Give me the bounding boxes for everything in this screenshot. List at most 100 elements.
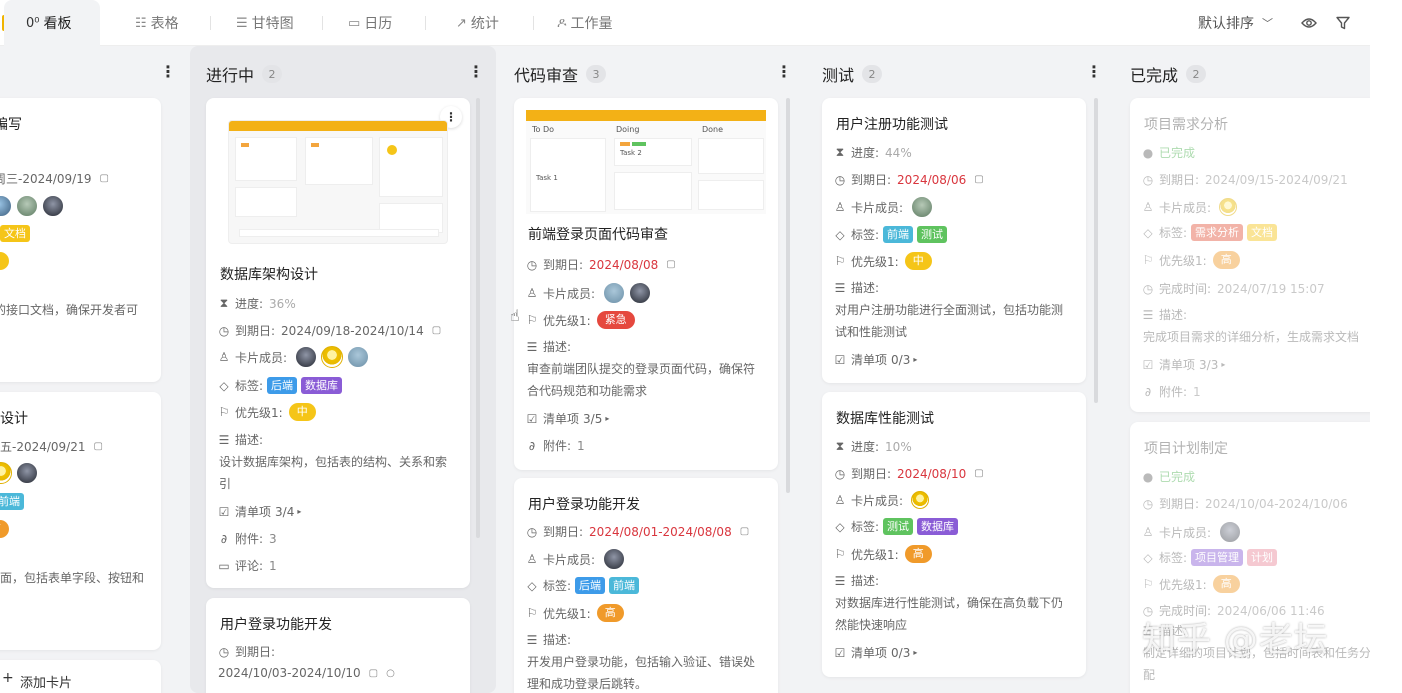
calendar-small-icon[interactable]: ▢ xyxy=(432,325,441,336)
column-scrollbar[interactable] xyxy=(786,98,790,493)
avatar[interactable] xyxy=(16,462,38,484)
column-more-icon[interactable]: ⋮ xyxy=(468,64,484,80)
tab-table[interactable]: ☷ 表格 xyxy=(135,0,179,46)
calendar-small-icon[interactable]: ▢ xyxy=(666,259,675,270)
tags-label: 标签: xyxy=(235,379,264,393)
description-label: 描述: xyxy=(543,340,572,354)
priority-badge: 中 xyxy=(904,252,932,270)
tags-label: 标签: xyxy=(1159,551,1188,565)
card[interactable]: ⋮ 数据库架构设计 ⧗ 进度: 36% ◷ 到期日: 2024/09/18-20… xyxy=(206,98,470,588)
column-scrollbar[interactable] xyxy=(476,98,480,538)
card[interactable]: 项目需求分析 ● 已完成 ◷ 到期日: 2024/09/15-2024/09/2… xyxy=(1130,98,1370,412)
description-line: 理和成功登录后跳转。 xyxy=(527,677,648,691)
card-members-row: ♙ 卡片成员: xyxy=(216,346,370,368)
card-checklist-row[interactable]: ☑ 清单项 0/3 ▸ xyxy=(832,644,918,661)
card-title: 数据库性能测试 xyxy=(836,411,934,427)
calendar-icon: ▭ xyxy=(348,15,361,31)
attachments-label: 附件: xyxy=(235,532,264,546)
clock-icon: ◷ xyxy=(1142,496,1154,511)
priority-label: 优先级1: xyxy=(851,254,899,269)
card-checklist-row[interactable]: ☑ 清单项 3/5 ▸ xyxy=(524,410,610,427)
card[interactable]: 设计 五-2024/09/21 ▢ 前端 高 面，包括表单字段、按钮和 xyxy=(0,392,161,650)
flag-icon: ⚐ xyxy=(526,606,538,620)
tag: 计划 xyxy=(1247,549,1278,566)
repeat-icon[interactable]: ○ xyxy=(386,668,395,679)
column-more-icon[interactable]: ⋮ xyxy=(160,64,176,80)
members-label: 卡片成员: xyxy=(235,350,288,365)
column-more-icon[interactable]: ⋮ xyxy=(1086,64,1102,80)
card[interactable]: 用户注册功能测试 ⧗ 进度: 44% ◷ 到期日: 2024/08/06 ▢ ♙… xyxy=(822,98,1086,383)
card[interactable]: To Do Doing Done Task 1 Task 2 前端登录页面代码审… xyxy=(514,98,778,470)
tag-icon: ◇ xyxy=(835,227,845,242)
card-priority-row: 中 xyxy=(0,252,9,270)
card-tags-row: ◇ 标签: 需求分析 文档 xyxy=(1140,224,1278,241)
card-description-row: ☰ 描述: xyxy=(524,631,571,648)
card-checklist-row[interactable]: ☑ 清单项 0/3 ▸ xyxy=(832,351,918,368)
avatar[interactable] xyxy=(911,196,934,218)
calendar-small-icon[interactable]: ▢ xyxy=(740,526,749,537)
caret-right-icon: ▸ xyxy=(297,507,302,516)
clock-icon: ◷ xyxy=(526,524,538,539)
card[interactable]: 数据库性能测试 ⧗ 进度: 10% ◷ 到期日: 2024/08/10 ▢ ♙ … xyxy=(822,392,1086,677)
column-more-icon[interactable]: ⋮ xyxy=(776,64,792,80)
card-checklist-row[interactable]: ☑ 清单项 3/4 ▸ xyxy=(216,503,302,520)
card[interactable]: 编写 周三-2024/09/19 ▢ 文档 中 的接口文档，确保开发者可 xyxy=(0,98,161,382)
column-scrollbar[interactable] xyxy=(1094,98,1098,403)
add-card-button[interactable]: + 添加卡片 xyxy=(0,660,161,693)
attachments-value: 1 xyxy=(577,438,585,453)
column-testing: 测试 2 ⋮ 用户注册功能测试 ⧗ 进度: 44% ◷ 到期日: 2024/08… xyxy=(806,46,1112,693)
tag-icon: ◇ xyxy=(835,519,845,534)
tab-kanban[interactable]: 0⁰ 看板 xyxy=(4,0,100,46)
card-progress-row: ⧗ 进度: 36% xyxy=(216,295,296,312)
avatar[interactable] xyxy=(16,195,38,217)
calendar-small-icon[interactable]: ▢ xyxy=(369,668,378,679)
checkbox-icon: ☑ xyxy=(218,504,230,519)
sort-dropdown[interactable]: 默认排序 ﹀ xyxy=(1198,0,1273,46)
card[interactable]: 用户登录功能开发 ◷ 到期日: 2024/10/03-2024/10/10 ▢ … xyxy=(206,598,470,693)
calendar-small-icon[interactable]: ▢ xyxy=(974,174,983,185)
avatar[interactable] xyxy=(1219,198,1238,216)
due-value: 2024/08/06 xyxy=(897,172,967,187)
column-count-badge: 2 xyxy=(1186,65,1207,83)
description-line: 试和性能测试 xyxy=(835,325,908,339)
avatar[interactable] xyxy=(603,548,626,570)
tab-divider xyxy=(425,16,426,30)
avatar[interactable] xyxy=(1219,521,1242,543)
avatar[interactable] xyxy=(321,346,344,368)
avatar[interactable] xyxy=(42,195,64,217)
filter-icon[interactable] xyxy=(1334,14,1352,32)
priority-badge: 高 xyxy=(596,604,624,622)
clock-icon: ◷ xyxy=(1142,281,1154,296)
avatar[interactable] xyxy=(911,491,930,509)
tab-gantt[interactable]: ☰ 甘特图 xyxy=(236,0,294,46)
kanban-board: ⋮ 编写 周三-2024/09/19 ▢ 文档 中 xyxy=(0,46,1370,693)
avatar[interactable] xyxy=(295,346,318,368)
tab-stats[interactable]: ↗ 统计 xyxy=(456,0,499,46)
eye-icon[interactable] xyxy=(1300,14,1318,32)
avatar[interactable] xyxy=(0,195,12,217)
column-title: 进行中 xyxy=(206,66,255,85)
card-description-row: ☰ 描述: xyxy=(524,338,571,355)
avatar[interactable] xyxy=(347,346,370,368)
card-priority-row: ⚐ 优先级1: 高 xyxy=(524,604,624,622)
avatar[interactable] xyxy=(629,282,652,304)
avatar[interactable] xyxy=(0,462,12,484)
description-label: 描述: xyxy=(1159,308,1188,322)
due-label: 到期日: xyxy=(543,258,584,272)
flag-icon: ⚐ xyxy=(526,313,538,327)
calendar-small-icon[interactable]: ▢ xyxy=(974,468,983,479)
card-due-row: ◷ 到期日: xyxy=(216,643,275,660)
card-checklist-row[interactable]: ☑ 清单项 3/3 ▸ xyxy=(1140,356,1226,373)
status-label: 已完成 xyxy=(1159,470,1196,484)
description-line: 配 xyxy=(1143,668,1156,682)
card-members-row: ♙ 卡片成员: xyxy=(1140,198,1238,216)
card[interactable]: 用户登录功能开发 ◷ 到期日: 2024/08/01-2024/08/08 ▢ … xyxy=(514,478,778,693)
description-line: 开发用户登录功能，包括输入验证、错误处 xyxy=(527,655,756,669)
avatar[interactable] xyxy=(603,282,626,304)
due-value: 2024/08/10 xyxy=(897,466,967,481)
card-attachments-row: ∂ 附件: 1 xyxy=(524,437,585,454)
user-icon: ♙ xyxy=(1142,525,1154,539)
tab-calendar[interactable]: ▭ 日历 xyxy=(348,0,392,46)
tag-icon: ◇ xyxy=(1143,225,1153,240)
tab-workload[interactable]: ዶ 工作量 xyxy=(557,0,613,46)
